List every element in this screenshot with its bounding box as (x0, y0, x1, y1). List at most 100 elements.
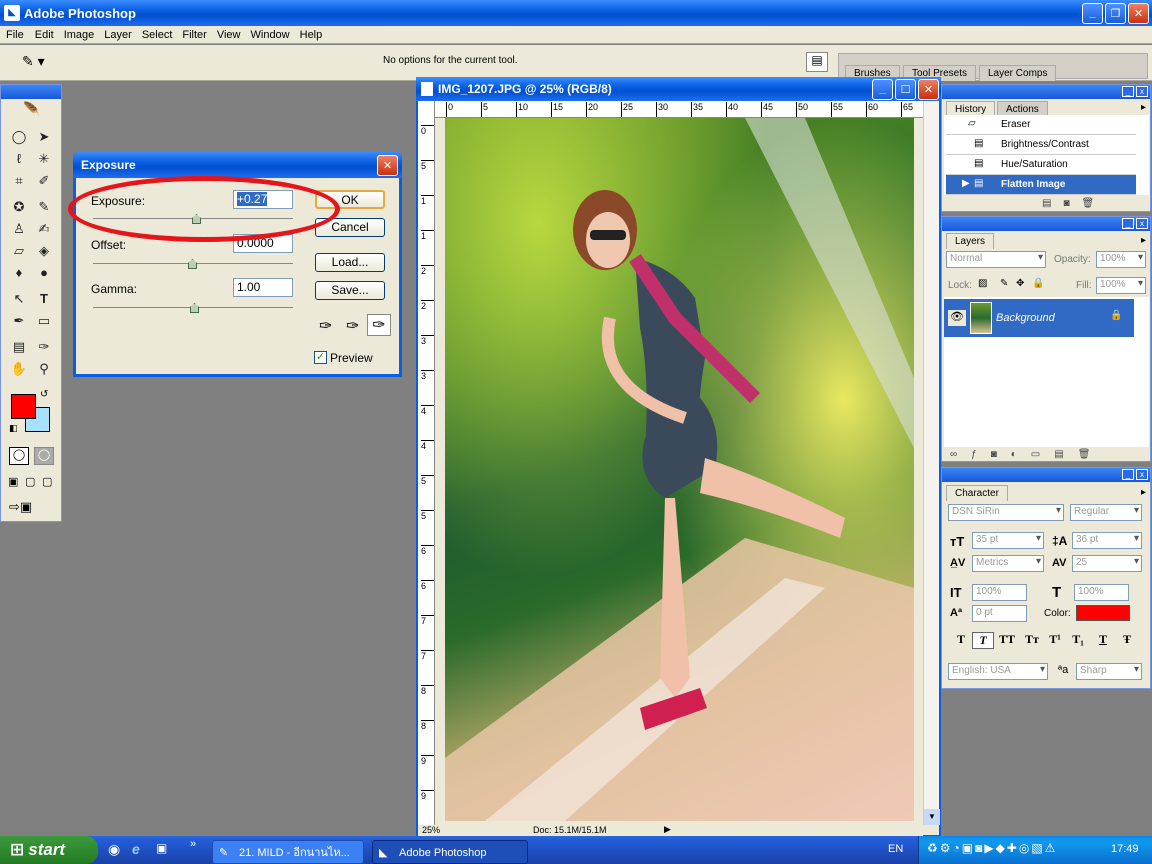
layer-mask-icon[interactable]: ◙ (991, 449, 997, 460)
layer-name[interactable]: Background (996, 312, 1055, 324)
doc-close-button[interactable]: ✕ (918, 78, 939, 100)
screen-mode-1-icon[interactable]: ▣ (8, 475, 18, 488)
zoom-level[interactable]: 25% (422, 825, 440, 835)
hand-tool-icon[interactable]: ✋ (8, 359, 30, 379)
menu-edit[interactable]: Edit (30, 29, 59, 41)
layer-row-background[interactable]: 👁 Background 🔒 (944, 299, 1134, 337)
exposure-close-button[interactable]: ✕ (377, 154, 398, 176)
history-close-button[interactable]: x (1136, 86, 1148, 97)
history-minimize-button[interactable]: _ (1122, 86, 1134, 97)
load-button[interactable]: Load... (315, 253, 385, 272)
tab-character[interactable]: Character (946, 485, 1008, 501)
new-document-icon[interactable]: ▤ (1042, 198, 1051, 209)
menu-select[interactable]: Select (137, 29, 178, 41)
history-item[interactable]: ▱ Eraser (946, 115, 1136, 135)
superscript-button[interactable]: T¹ (1044, 632, 1066, 649)
layer-visibility-eye-icon[interactable]: 👁 (948, 310, 966, 326)
taskbar-item-browser[interactable]: ✎ 21. MILD - อีกนานไห... (212, 840, 364, 864)
gray-eyedropper-icon[interactable]: ✑ (346, 316, 359, 336)
snapshot-icon[interactable]: ◙ (1063, 198, 1069, 209)
tracking-input[interactable]: 25 (1072, 555, 1142, 572)
layers-minimize-button[interactable]: _ (1122, 218, 1134, 229)
jump-to-imageready-icon[interactable]: ⇨▣ (9, 499, 32, 515)
vertical-scale-input[interactable]: 100% (972, 584, 1027, 601)
history-item[interactable]: ▤ Brightness/Contrast (946, 135, 1136, 155)
blur-tool-icon[interactable]: ♦ (8, 263, 30, 283)
history-title-bar[interactable]: _ x (942, 85, 1150, 99)
minimize-button[interactable]: _ (1082, 2, 1103, 24)
character-title-bar[interactable]: _ x (942, 468, 1150, 482)
language-indicator[interactable]: EN (888, 843, 903, 855)
menu-file[interactable]: File (0, 29, 30, 41)
preview-checkbox[interactable]: ✓ (314, 351, 327, 364)
type-tool-icon[interactable]: T (33, 289, 55, 309)
eyedropper-tool-icon[interactable]: ✑ (33, 337, 55, 357)
quicklaunch-icon-1[interactable]: ◉ (108, 841, 120, 858)
strikethrough-button[interactable]: Ŧ (1116, 632, 1138, 649)
font-size-input[interactable]: 35 pt (972, 532, 1044, 549)
delete-layer-icon[interactable]: 🗑 (1078, 449, 1091, 460)
healing-brush-icon[interactable]: ✪ (8, 197, 30, 217)
baseline-shift-input[interactable]: 0 pt (972, 605, 1027, 622)
toolbox-title-bar[interactable] (1, 85, 61, 99)
magic-wand-icon[interactable]: ✳ (33, 149, 55, 169)
doc-info[interactable]: Doc: 15.1M/15.1M (533, 825, 607, 835)
screen-mode-3-icon[interactable]: ▢ (42, 475, 52, 488)
lock-pixels-icon[interactable]: ✎ (1000, 278, 1008, 289)
underline-button[interactable]: T (1090, 632, 1116, 649)
history-item-selected[interactable]: ▶ ▤ Flatten Image (946, 175, 1136, 195)
all-caps-button[interactable]: TT (994, 632, 1020, 649)
character-menu-icon[interactable]: ▸ (1141, 487, 1146, 498)
standard-mode-icon[interactable]: ◯ (9, 447, 29, 465)
menu-view[interactable]: View (212, 29, 246, 41)
tab-layer-comps[interactable]: Layer Comps (979, 65, 1057, 81)
swap-colors-icon[interactable]: ↺ (40, 389, 48, 400)
faux-italic-button[interactable]: T (972, 632, 994, 649)
start-button[interactable]: ⊞ start (0, 836, 98, 864)
white-eyedropper-icon[interactable]: ✑ (367, 314, 391, 336)
fill-input[interactable]: 100% (1096, 277, 1146, 294)
history-item[interactable]: ▤ Hue/Saturation (946, 155, 1136, 175)
zoom-tool-icon[interactable]: ⚲ (33, 359, 55, 379)
layers-menu-icon[interactable]: ▸ (1141, 235, 1146, 246)
trash-icon[interactable]: 🗑 (1082, 198, 1095, 209)
character-minimize-button[interactable]: _ (1122, 469, 1134, 480)
menu-layer[interactable]: Layer (99, 29, 137, 41)
layers-close-button[interactable]: x (1136, 218, 1148, 229)
history-menu-icon[interactable]: ▸ (1141, 102, 1146, 113)
brush-tool-icon[interactable]: ✎ (33, 197, 55, 217)
layers-title-bar[interactable]: _ x (942, 217, 1150, 231)
gamma-slider[interactable] (93, 303, 293, 313)
character-close-button[interactable]: x (1136, 469, 1148, 480)
horizontal-scale-input[interactable]: 100% (1074, 584, 1129, 601)
palette-well-icon[interactable]: ▤ (806, 52, 828, 72)
screen-mode-2-icon[interactable]: ▢ (25, 475, 35, 488)
blend-mode-select[interactable]: Normal (946, 251, 1046, 268)
tray-icons[interactable]: ♻⚙◔▣◙▶◆✚◎▧⚠ (927, 841, 1057, 855)
faux-bold-button[interactable]: T (950, 632, 972, 649)
lock-transparency-icon[interactable]: ▨ (978, 278, 987, 289)
slice-tool-icon[interactable]: ✐ (33, 171, 55, 191)
lasso-tool-icon[interactable]: ℓ (8, 149, 30, 169)
new-layer-icon[interactable]: ▤ (1054, 449, 1063, 460)
status-menu-arrow-icon[interactable]: ▶ (664, 824, 671, 835)
eraser-tool-icon[interactable]: ▱ (8, 241, 30, 261)
link-layers-icon[interactable]: ∞ (950, 449, 957, 460)
notes-tool-icon[interactable]: ▤ (8, 337, 30, 357)
paint-bucket-icon[interactable]: ◈ (33, 241, 55, 261)
small-caps-button[interactable]: Tт (1020, 632, 1044, 649)
layer-group-icon[interactable]: ▭ (1031, 449, 1040, 460)
eyedropper-tool-preset-icon[interactable]: ✎ ▾ (22, 53, 45, 70)
app-title-bar[interactable]: ◣ Adobe Photoshop _ ❐ ✕ (0, 0, 1152, 26)
lock-position-icon[interactable]: ✥ (1016, 278, 1024, 289)
foreground-color-swatch[interactable] (11, 394, 36, 419)
dodge-tool-icon[interactable]: ● (33, 263, 55, 283)
document-title-bar[interactable]: IMG_1207.JPG @ 25% (RGB/8) _ ☐ ✕ (416, 77, 941, 101)
antialias-select[interactable]: Sharp (1076, 663, 1142, 680)
layer-style-icon[interactable]: ƒ (971, 449, 977, 460)
move-tool-icon[interactable]: ➤ (33, 127, 55, 147)
crop-tool-icon[interactable]: ⌗ (8, 171, 30, 191)
clone-stamp-icon[interactable]: ♙ (8, 219, 30, 239)
lock-all-icon[interactable]: 🔒 (1032, 278, 1044, 289)
offset-slider[interactable] (93, 259, 293, 269)
